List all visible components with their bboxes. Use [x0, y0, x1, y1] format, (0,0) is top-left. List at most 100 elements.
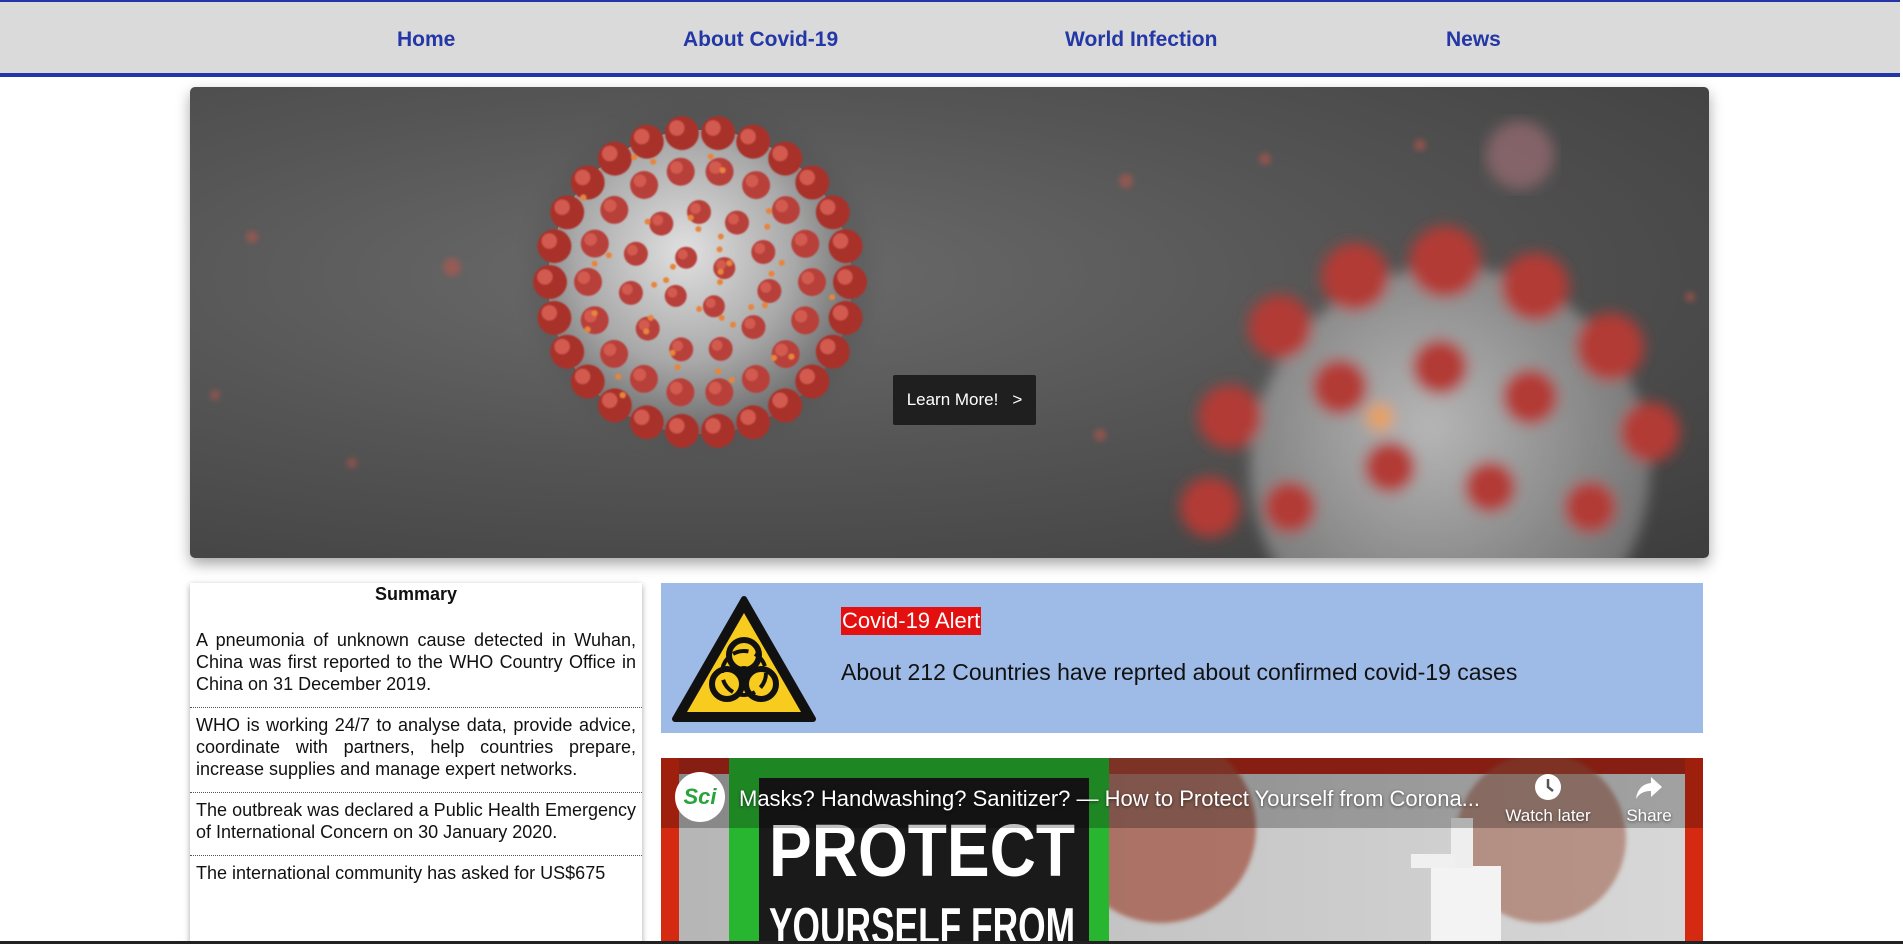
virus-spike-highlight: [837, 269, 853, 285]
video-title[interactable]: Masks? Handwashing? Sanitizer? — How to …: [739, 786, 1480, 812]
watch-later-label: Watch later: [1505, 806, 1591, 825]
virus-spike-highlight: [574, 368, 591, 385]
virus-protein-dot: [719, 167, 726, 174]
virus-spike-highlight: [799, 368, 815, 385]
virus-protein-dot: [584, 326, 591, 333]
virus-spike-highlight: [634, 409, 650, 425]
virus-spike-highlight: [603, 199, 617, 212]
learn-more-button[interactable]: Learn More! >: [893, 375, 1036, 425]
virus-protein-dot: [728, 376, 735, 383]
alert-title: Covid-19 Alert: [841, 607, 982, 635]
nav-news-link[interactable]: News: [1446, 28, 1501, 52]
virus-protein-dot: [605, 252, 612, 259]
virus-protein-dot: [650, 158, 657, 165]
virus-spike-highlight: [603, 343, 617, 357]
channel-logo[interactable]: Sci: [675, 772, 725, 822]
watch-later-button[interactable]: Watch later: [1499, 772, 1597, 826]
covid-alert-box: Covid-19 Alert About 212 Countries have …: [661, 583, 1703, 733]
virus-protein-dot: [669, 349, 676, 356]
virus-spike-highlight: [537, 269, 553, 285]
virus-spike-highlight: [602, 145, 618, 162]
virus-spike-highlight: [744, 318, 756, 329]
biohazard-icon: [672, 596, 816, 722]
virus-spike-highlight: [541, 233, 557, 249]
virus-spike-highlight: [801, 271, 815, 285]
chevron-right-icon: >: [1012, 390, 1023, 409]
video-embed[interactable]: PROTECT YOURSELF FROM Sci Masks? Handwas…: [661, 758, 1703, 944]
virus-spike-highlight: [669, 381, 683, 395]
virus-spike-highlight: [708, 381, 722, 395]
share-arrow-icon: [1636, 777, 1662, 799]
virus-spike-highlight: [638, 319, 650, 331]
virus-spike-highlight: [832, 305, 849, 321]
virus-spike-highlight: [634, 128, 650, 145]
nav-about-covid-link[interactable]: About Covid-19: [683, 28, 838, 52]
summary-item: The international community has asked fo…: [196, 863, 606, 883]
virus-protein-dot: [829, 294, 836, 301]
virus-spike-highlight: [621, 283, 633, 295]
virus-spike-highlight: [677, 249, 688, 260]
virus-protein-dot: [766, 208, 772, 214]
virus-spike-highlight: [574, 169, 591, 186]
virus-spike-highlight: [772, 145, 788, 162]
virus-protein-dot: [768, 270, 775, 277]
virus-protein-dot: [591, 310, 598, 317]
virus-spike-highlight: [554, 199, 570, 215]
virus-protein-dot: [715, 368, 722, 375]
virus-protein-dot: [707, 153, 714, 160]
virus-spike-highlight: [728, 213, 739, 225]
virus-spike-highlight: [709, 161, 722, 174]
virus-protein-dot: [687, 214, 694, 221]
virus-protein-dot: [717, 233, 724, 240]
virus-spike-highlight: [794, 309, 808, 323]
virus-protein-dot: [674, 364, 681, 371]
top-navbar: Home About Covid-19 World Infection News: [0, 0, 1900, 77]
virus-spike-highlight: [669, 418, 685, 434]
virus-spike-highlight: [577, 271, 591, 284]
alert-text: About 212 Countries have reprted about c…: [841, 659, 1518, 685]
virus-spike-highlight: [772, 392, 788, 408]
summary-title: Summary: [374, 584, 458, 604]
virus-protein-dot: [764, 223, 771, 230]
nav-world-infection-link[interactable]: World Infection: [1065, 28, 1217, 52]
virus-spike-highlight: [626, 244, 638, 256]
virus-spike-highlight: [672, 340, 683, 352]
virus-protein-dot: [696, 306, 703, 312]
hero-banner: Learn More! >: [190, 87, 1709, 558]
virus-spike-highlight: [670, 161, 683, 174]
virus-protein-dot: [644, 218, 651, 225]
nav-home-link[interactable]: Home: [397, 28, 455, 52]
virus-protein-dot: [762, 302, 768, 309]
virus-protein-dot: [695, 226, 702, 232]
virus-spike-highlight: [740, 409, 756, 425]
virus-protein-dot: [615, 373, 622, 380]
virus-protein-dot: [643, 328, 650, 335]
learn-more-label: Learn More!: [906, 390, 999, 409]
summary-item: The outbreak was declared a Public Healt…: [190, 793, 642, 856]
virus-protein-dot: [580, 194, 587, 201]
virus-spike-highlight: [584, 233, 597, 246]
virus-spike-highlight: [794, 233, 808, 246]
virus-spike-highlight: [760, 282, 772, 293]
virus-spike-highlight: [775, 343, 788, 357]
virus-spike-highlight: [832, 233, 849, 249]
coronavirus-hero-image: [210, 105, 1695, 558]
virus-protein-dot: [771, 354, 777, 361]
virus-spike-highlight: [667, 287, 678, 298]
share-button[interactable]: Share: [1619, 772, 1679, 826]
thumbnail-text-yourself: YOURSELF FROM: [769, 898, 1075, 944]
virus-protein-dot: [663, 277, 670, 284]
virus-spike-highlight: [716, 259, 726, 270]
virus-spike-highlight: [754, 243, 766, 254]
virus-spike-highlight: [554, 338, 570, 355]
virus-spike-highlight: [775, 199, 788, 213]
virus-spike-highlight: [669, 120, 685, 136]
virus-spike-highlight: [602, 392, 618, 408]
share-label: Share: [1626, 806, 1672, 825]
virus-spike-highlight: [652, 214, 664, 226]
virus-spike-highlight: [820, 338, 836, 355]
virus-protein-dot: [778, 259, 785, 266]
virus-protein-dot: [717, 279, 723, 285]
virus-spike-highlight: [633, 174, 647, 188]
virus-spike-highlight: [799, 169, 815, 186]
